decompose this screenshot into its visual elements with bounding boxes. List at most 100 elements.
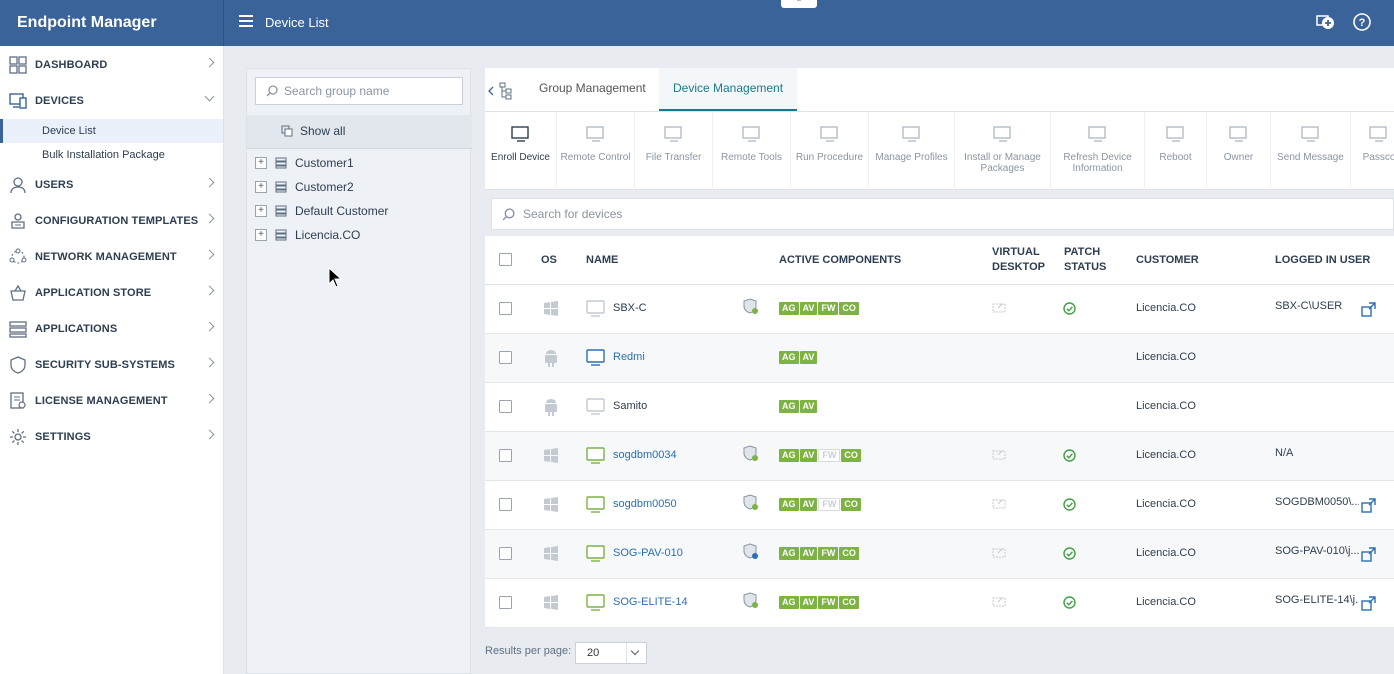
table-row[interactable]: Redmi AG AV Licencia.CO — [485, 334, 1394, 383]
patch-status-ok-icon — [1063, 498, 1076, 514]
row-checkbox[interactable] — [499, 302, 512, 315]
device-name[interactable]: sogdbm0050 — [613, 498, 677, 510]
header-name[interactable]: NAME — [586, 253, 618, 268]
group-tree-item[interactable]: + Default Customer — [255, 199, 388, 223]
row-checkbox[interactable] — [499, 351, 512, 364]
sidebar-item-devices[interactable]: DEVICES — [0, 83, 223, 119]
search-icon — [502, 207, 515, 220]
table-row[interactable]: SBX-C AG AV FW CO Licencia.CO SBX-C\USER — [485, 285, 1394, 334]
table-row[interactable]: SOG-PAV-010 AG AV FW CO Licencia.CO SOG-PAV-01… — [485, 530, 1394, 579]
chevron-right-icon — [204, 249, 215, 260]
group-name: Customer1 — [295, 156, 354, 170]
group-search-input[interactable] — [284, 84, 454, 98]
toolbar-manage-profiles-button[interactable]: Manage Profiles — [869, 112, 955, 190]
sidebar-item-label: CONFIGURATION TEMPLATES — [35, 215, 199, 227]
row-checkbox[interactable] — [499, 449, 512, 462]
customer-name: Licencia.CO — [1136, 302, 1196, 314]
toolbar-enroll-device-button[interactable]: Enroll Device — [485, 112, 557, 190]
show-all-button[interactable]: Show all — [281, 124, 345, 138]
toolbar-file-transfer-button[interactable]: File Transfer — [635, 112, 713, 190]
toolbar-run-procedure-button[interactable]: Run Procedure — [791, 112, 869, 190]
expand-icon[interactable]: + — [255, 181, 267, 193]
sidebar-item-users[interactable]: USERS — [0, 167, 223, 203]
chevron-right-icon — [204, 177, 215, 188]
add-device-icon[interactable] — [1315, 12, 1335, 32]
remote-control-icon[interactable] — [1361, 596, 1376, 614]
toolbar-reboot-button[interactable]: Reboot — [1145, 112, 1207, 190]
tab-device-management[interactable]: Device Management — [659, 68, 798, 111]
virtual-desktop-icon[interactable] — [992, 498, 1008, 513]
collapse-groups-icon[interactable] — [487, 82, 515, 103]
toolbar-install-or-manage-packages-button[interactable]: Install or Manage Packages — [955, 112, 1051, 190]
remote-control-icon[interactable] — [1361, 498, 1376, 516]
sidebar-item-settings[interactable]: SETTINGS — [0, 419, 223, 455]
component-badge: AG — [779, 302, 799, 315]
sidebar-item-applications[interactable]: APPLICATIONS — [0, 311, 223, 347]
device-name[interactable]: SOG-PAV-010 — [613, 547, 683, 559]
results-per-page-select[interactable]: 20 — [575, 642, 647, 664]
header-virtual-desktop[interactable]: VIRTUAL DESKTOP — [992, 245, 1045, 275]
device-name[interactable]: sogdbm0034 — [613, 449, 677, 461]
device-name[interactable]: SOG-ELITE-14 — [613, 596, 688, 608]
row-checkbox[interactable] — [499, 400, 512, 413]
device-search-field[interactable] — [491, 198, 1394, 230]
table-row[interactable]: sogdbm0050 AG AV FW CO Licencia.CO SOGDBM0050\… — [485, 481, 1394, 530]
sidebar-item-security-sub-systems[interactable]: SECURITY SUB-SYSTEMS — [0, 347, 223, 383]
device-search-input[interactable] — [523, 207, 923, 221]
sidebar-item-configuration-templates[interactable]: CONFIGURATION TEMPLATES — [0, 203, 223, 239]
logged-in-user: SOG-ELITE-14\j... — [1275, 594, 1359, 606]
header-patch-status[interactable]: PATCH STATUS — [1064, 245, 1114, 275]
sidebar-item-license-management[interactable]: LICENSE MANAGEMENT — [0, 383, 223, 419]
sidebar-item-network-management[interactable]: NETWORK MANAGEMENT — [0, 239, 223, 275]
virtual-desktop-icon[interactable] — [992, 547, 1008, 562]
header-logged-in-user[interactable]: LOGGED IN USER — [1275, 253, 1370, 268]
component-badge: FW — [818, 498, 841, 511]
expand-icon[interactable]: + — [255, 229, 267, 241]
toolbar-refresh-device-information-button[interactable]: Refresh Device Information — [1051, 112, 1145, 190]
group-tree-item[interactable]: + Customer2 — [255, 175, 388, 199]
expand-icon[interactable]: + — [255, 157, 267, 169]
tab-group-management[interactable]: Group Management — [525, 68, 660, 111]
sidebar-item-application-store[interactable]: APPLICATION STORE — [0, 275, 223, 311]
remote-control-icon[interactable] — [1361, 302, 1376, 320]
toolbar-owner-button[interactable]: Owner — [1207, 112, 1271, 190]
row-checkbox[interactable] — [499, 498, 512, 511]
device-table: OS NAME ACTIVE COMPONENTS VIRTUAL DESKTO… — [485, 236, 1394, 628]
device-name[interactable]: Redmi — [613, 351, 645, 363]
header-os[interactable]: OS — [541, 253, 557, 268]
sidebar-subitem-device-list[interactable]: Device List — [0, 119, 223, 143]
toolbar-send-message-button[interactable]: Send Message — [1271, 112, 1351, 190]
collapse-header-button[interactable]: ⌃ — [781, 0, 817, 8]
help-icon[interactable]: ? — [1352, 12, 1372, 32]
row-checkbox[interactable] — [499, 547, 512, 560]
toolbar-remote-control-button[interactable]: Remote Control — [557, 112, 635, 190]
row-checkbox[interactable] — [499, 596, 512, 609]
sidebar-subitem-bulk-installation-package[interactable]: Bulk Installation Package — [0, 143, 223, 167]
virtual-desktop-icon[interactable] — [992, 596, 1008, 611]
sidebar-item-dashboard[interactable]: DASHBOARD — [0, 47, 223, 83]
virtual-desktop-icon[interactable] — [992, 302, 1008, 317]
menu-icon[interactable] — [239, 15, 253, 29]
header-customer[interactable]: CUSTOMER — [1136, 253, 1199, 268]
component-badge: AG — [779, 547, 799, 560]
table-row[interactable]: Samito AG AV Licencia.CO — [485, 383, 1394, 432]
customer-name: Licencia.CO — [1136, 351, 1196, 363]
tab-bar: Group Management Device Management — [485, 68, 1394, 112]
remote-control-icon[interactable] — [1361, 547, 1376, 565]
group-tree-item[interactable]: + Licencia.CO — [255, 223, 388, 247]
active-components: AG AV FW CO — [779, 498, 862, 511]
component-badge: AG — [779, 351, 799, 364]
table-row[interactable]: SOG-ELITE-14 AG AV FW CO Licencia.CO SOG-ELITE… — [485, 579, 1394, 628]
toolbar-label: Install or Manage Packages — [964, 152, 1041, 174]
virtual-desktop-icon[interactable] — [992, 449, 1008, 464]
header-active-components[interactable]: ACTIVE COMPONENTS — [779, 253, 901, 268]
patch-status-ok-icon — [1063, 449, 1076, 465]
select-all-checkbox[interactable] — [499, 253, 512, 266]
expand-icon[interactable]: + — [255, 205, 267, 217]
group-search-field[interactable] — [255, 77, 463, 105]
toolbar-remote-tools-button[interactable]: Remote Tools — [713, 112, 791, 190]
network-icon — [8, 247, 28, 267]
table-row[interactable]: sogdbm0034 AG AV FW CO Licencia.CO N/A — [485, 432, 1394, 481]
group-tree-item[interactable]: + Customer1 — [255, 151, 388, 175]
toolbar-passco-button[interactable]: Passco — [1351, 112, 1394, 190]
